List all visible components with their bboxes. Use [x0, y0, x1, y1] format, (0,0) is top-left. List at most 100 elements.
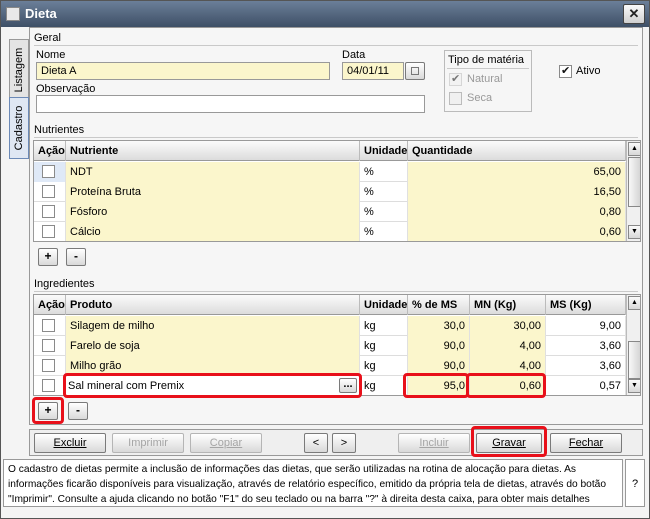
excluir-label: Excluir — [53, 437, 87, 449]
produto-cell[interactable]: Farelo de soja — [66, 336, 360, 356]
natural-checkbox[interactable] — [449, 72, 462, 86]
table-row[interactable]: NDT % 65,00 — [34, 162, 626, 182]
row-checkbox[interactable] — [42, 165, 55, 178]
geral-section-label: Geral — [34, 32, 61, 44]
col-acao[interactable]: Ação — [34, 295, 66, 315]
tab-listagem-label: Listagem — [13, 47, 25, 93]
unidade-cell: kg — [360, 376, 408, 395]
incluir-button[interactable]: Incluir — [398, 433, 470, 453]
row-checkbox[interactable] — [42, 319, 55, 332]
table-row[interactable]: Proteína Bruta % 16,50 — [34, 182, 626, 202]
row-checkbox[interactable] — [42, 339, 55, 352]
row-action-cell — [34, 162, 66, 182]
col-nutriente[interactable]: Nutriente — [66, 141, 360, 161]
seca-checkbox[interactable] — [449, 92, 462, 105]
nutrientes-divider — [34, 137, 638, 138]
help-text: O cadastro de dietas permite a inclusão … — [3, 459, 623, 507]
tipo-materia-label: Tipo de matéria — [448, 54, 525, 66]
row-action-cell — [34, 182, 66, 202]
produto-highlight — [63, 373, 362, 398]
tab-listagem[interactable]: Listagem — [9, 39, 29, 101]
remove-nutriente-button[interactable]: - — [66, 248, 86, 266]
fechar-button[interactable]: Fechar — [550, 433, 622, 453]
ms-cell: 9,00 — [546, 316, 626, 336]
cadastro-panel: Geral Nome Dieta A Data 04/01/11 Observa… — [29, 27, 643, 425]
pct-ms-cell[interactable]: 90,0 — [408, 336, 470, 356]
previous-record-button[interactable]: < — [304, 433, 328, 453]
ms-cell: 3,60 — [546, 336, 626, 356]
col-pct-ms[interactable]: % de MS — [408, 295, 470, 315]
unidade-cell: kg — [360, 336, 408, 356]
data-input[interactable]: 04/01/11 — [342, 62, 404, 80]
nutrientes-scrollbar[interactable]: ▲ ▼ — [626, 141, 640, 241]
calendar-icon — [411, 67, 419, 75]
quantidade-cell[interactable]: 0,60 — [408, 222, 626, 241]
col-quantidade[interactable]: Quantidade — [408, 141, 626, 161]
ingredientes-section-label: Ingredientes — [34, 278, 95, 290]
mn-cell[interactable]: 4,00 — [470, 336, 546, 356]
table-row[interactable]: Cálcio % 0,60 — [34, 222, 626, 241]
excluir-button[interactable]: Excluir — [34, 433, 106, 453]
col-unidade[interactable]: Unidade — [360, 295, 408, 315]
imprimir-button[interactable]: Imprimir — [112, 433, 184, 453]
row-checkbox[interactable] — [42, 225, 55, 238]
quantidade-cell[interactable]: 0,80 — [408, 202, 626, 222]
col-produto[interactable]: Produto — [66, 295, 360, 315]
title-bar[interactable]: Dieta ✕ — [1, 1, 649, 27]
scroll-thumb[interactable] — [628, 157, 640, 207]
mn-cell[interactable]: 30,00 — [470, 316, 546, 336]
incluir-label: Incluir — [419, 437, 449, 449]
scroll-up-icon[interactable]: ▲ — [628, 296, 640, 310]
row-checkbox[interactable] — [42, 185, 55, 198]
row-action-cell — [34, 376, 66, 395]
tipo-materia-group: Tipo de matéria Natural Seca — [444, 50, 532, 112]
pct-ms-cell[interactable]: 30,0 — [408, 316, 470, 336]
mn-highlight — [466, 373, 546, 398]
copiar-button[interactable]: Copiar — [190, 433, 262, 453]
help-question-button[interactable]: ? — [625, 459, 645, 507]
table-row[interactable]: Farelo de soja kg 90,0 4,00 3,60 — [34, 336, 626, 356]
table-row[interactable]: Fósforo % 0,80 — [34, 202, 626, 222]
add-nutriente-button[interactable]: + — [38, 248, 58, 266]
nutriente-cell[interactable]: Fósforo — [66, 202, 360, 222]
date-picker-button[interactable] — [405, 62, 425, 80]
ativo-checkbox[interactable] — [559, 64, 572, 78]
unidade-cell: % — [360, 162, 408, 182]
action-toolbar: Excluir Imprimir Copiar < > Incluir Grav… — [29, 426, 643, 457]
ingredientes-header: Ação Produto Unidade % de MS MN (Kg) MS … — [34, 295, 626, 315]
unidade-cell: % — [360, 222, 408, 241]
row-action-cell — [34, 356, 66, 376]
quantidade-cell[interactable]: 16,50 — [408, 182, 626, 202]
row-checkbox[interactable] — [42, 359, 55, 372]
quantidade-cell[interactable]: 65,00 — [408, 162, 626, 182]
row-checkbox[interactable] — [42, 379, 55, 392]
scroll-down-icon[interactable]: ▼ — [628, 225, 640, 239]
nutriente-cell[interactable]: Cálcio — [66, 222, 360, 241]
col-unidade[interactable]: Unidade — [360, 141, 408, 161]
nutriente-cell[interactable]: NDT — [66, 162, 360, 182]
row-action-cell — [34, 222, 66, 241]
col-mn[interactable]: MN (Kg) — [470, 295, 546, 315]
nome-input[interactable]: Dieta A — [36, 62, 330, 80]
table-row[interactable]: Silagem de milho kg 30,0 30,00 9,00 — [34, 316, 626, 336]
row-checkbox[interactable] — [42, 205, 55, 218]
remove-ingrediente-button[interactable]: - — [68, 402, 88, 420]
row-action-cell — [34, 202, 66, 222]
unidade-cell: % — [360, 202, 408, 222]
ingredientes-scrollbar[interactable]: ▲ ▼ — [626, 295, 640, 395]
scroll-up-icon[interactable]: ▲ — [628, 142, 640, 156]
ms-cell: 3,60 — [546, 356, 626, 376]
client-area: Listagem Cadastro Geral Nome Dieta A Dat… — [1, 27, 649, 518]
tab-cadastro[interactable]: Cadastro — [9, 97, 29, 159]
col-acao[interactable]: Ação — [34, 141, 66, 161]
nutriente-cell[interactable]: Proteína Bruta — [66, 182, 360, 202]
observacao-input[interactable] — [36, 95, 425, 113]
scroll-down-icon[interactable]: ▼ — [628, 379, 640, 393]
produto-cell[interactable]: Silagem de milho — [66, 316, 360, 336]
next-record-button[interactable]: > — [332, 433, 356, 453]
scroll-thumb[interactable] — [628, 341, 640, 379]
close-icon[interactable]: ✕ — [623, 4, 645, 24]
window-title: Dieta — [25, 6, 57, 21]
col-ms[interactable]: MS (Kg) — [546, 295, 626, 315]
dieta-window: Dieta ✕ Listagem Cadastro Geral Nome Die… — [0, 0, 650, 519]
